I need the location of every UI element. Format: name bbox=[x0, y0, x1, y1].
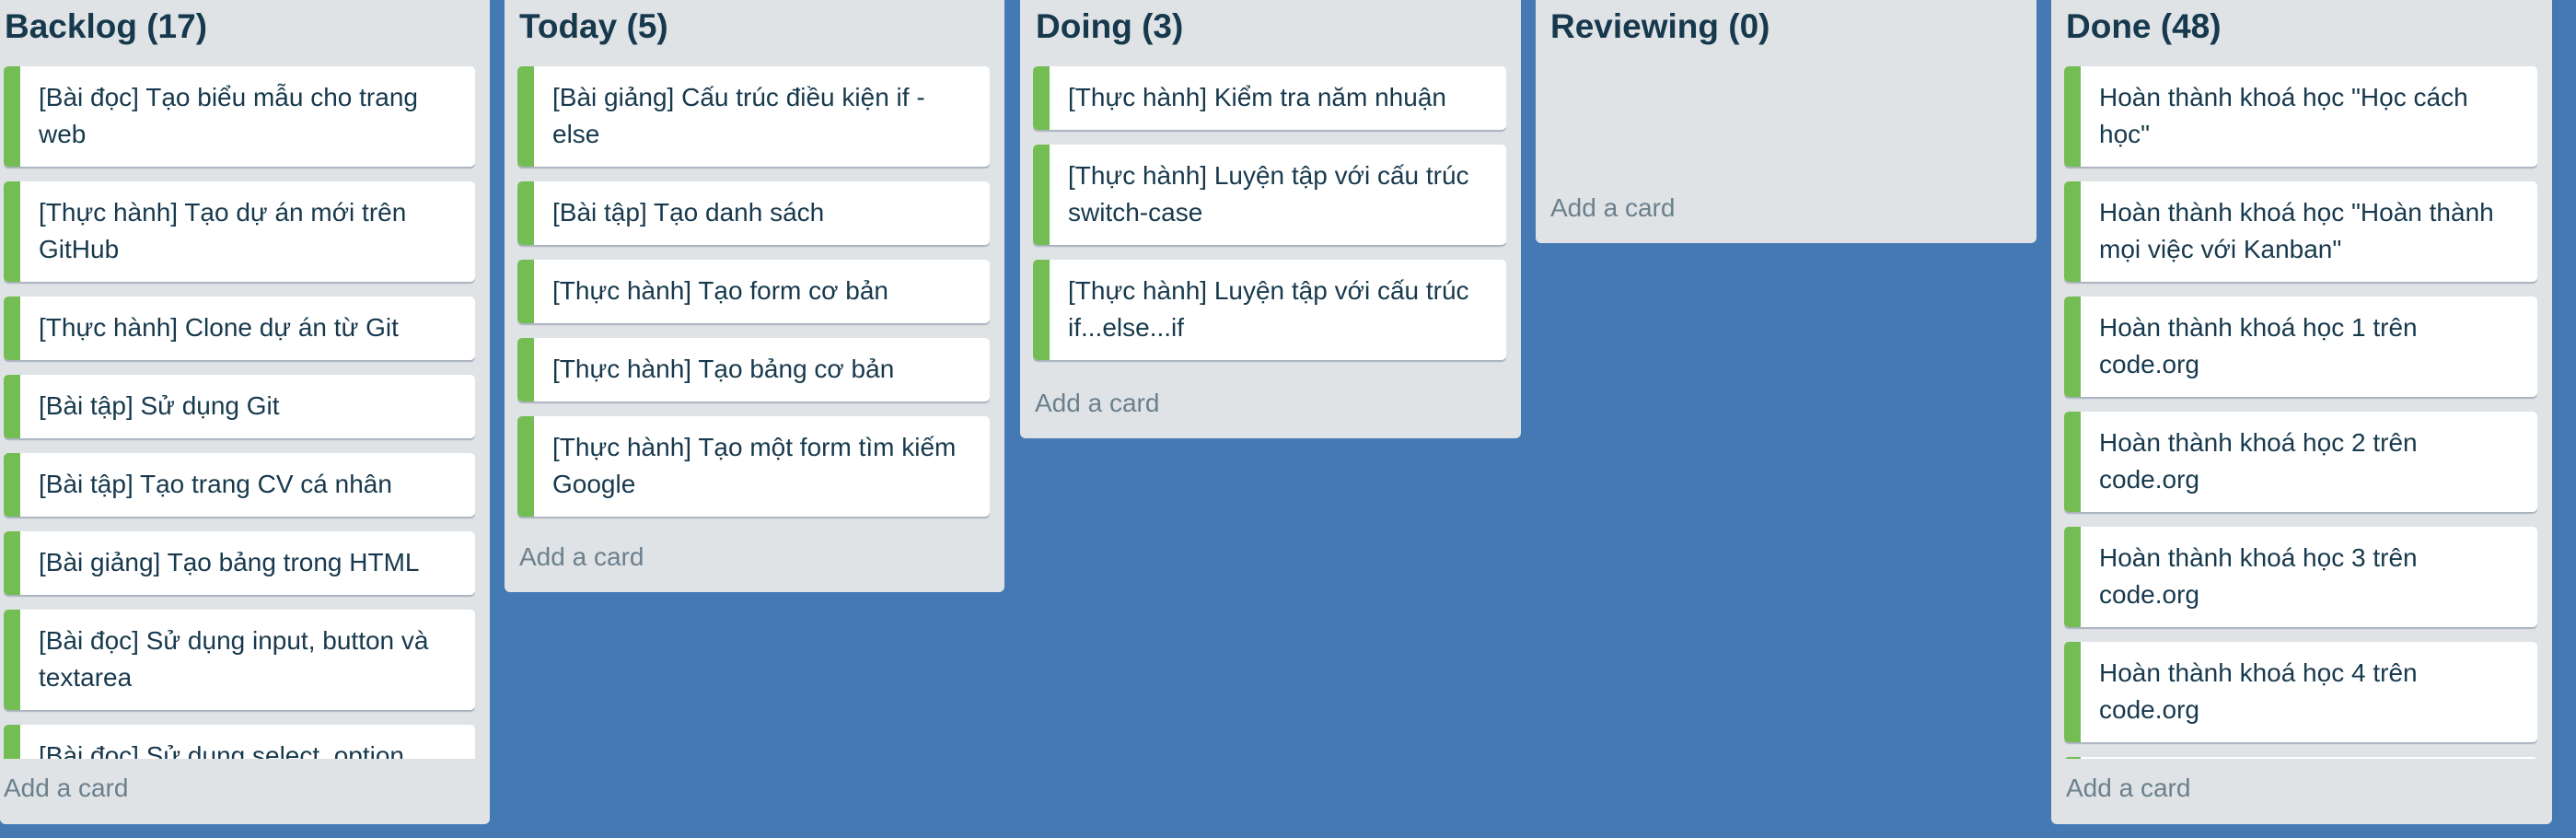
card[interactable]: Hoàn thành khoá học 2 trên code.org bbox=[2064, 412, 2537, 512]
card[interactable]: [Thực hành] Tạo form cơ bản bbox=[517, 260, 990, 323]
add-card-button[interactable]: Add a card bbox=[1550, 193, 1675, 223]
card[interactable]: [Bài tập] Tạo danh sách bbox=[517, 181, 990, 245]
list-title[interactable]: Doing (3) bbox=[1036, 7, 1183, 46]
card[interactable]: [Bài giảng] Cấu trúc điều kiện if - else bbox=[517, 66, 990, 167]
card[interactable]: [Bài đọc] Sử dụng select, option bbox=[4, 725, 475, 759]
card[interactable]: [Thực hành] Kiểm tra năm nhuận bbox=[1033, 66, 1506, 130]
add-card-button[interactable]: Add a card bbox=[1035, 389, 1159, 418]
card[interactable]: Hoàn thành khoá học "Học cách học" bbox=[2064, 66, 2537, 167]
card[interactable]: [Thực hành] Tạo bảng cơ bản bbox=[517, 338, 990, 402]
card[interactable]: [Bài giảng] Tạo bảng trong HTML bbox=[4, 531, 475, 595]
list-title[interactable]: Reviewing (0) bbox=[1550, 7, 1770, 46]
card[interactable]: [Bài đọc] Tạo biểu mẫu cho trang web bbox=[4, 66, 475, 167]
card[interactable]: [Bài đọc] Sử dụng input, button và texta… bbox=[4, 610, 475, 710]
card[interactable]: [Thực hành] Tạo dự án mới trên GitHub bbox=[4, 181, 475, 282]
list-doing: Doing (3) [Thực hành] Kiểm tra năm nhuận… bbox=[1020, 0, 1521, 438]
kanban-board: Backlog (17) [Bài đọc] Tạo biểu mẫu cho … bbox=[0, 0, 2576, 838]
card-container: Hoàn thành khoá học "Học cách học" Hoàn … bbox=[2064, 66, 2537, 759]
card[interactable]: Hoàn thành khoá học 4 trên code.org bbox=[2064, 642, 2537, 742]
card[interactable]: [Bài tập] Sử dụng Git bbox=[4, 375, 475, 438]
list-reviewing: Reviewing (0) Add a card bbox=[1536, 0, 2036, 243]
card[interactable]: [Thực hành] Clone dự án từ Git bbox=[4, 297, 475, 360]
list-title[interactable]: Today (5) bbox=[519, 7, 668, 46]
card[interactable]: Hoàn thành khoá học 3 trên code.org bbox=[2064, 527, 2537, 627]
list-done: Done (48) Hoàn thành khoá học "Học cách … bbox=[2051, 0, 2552, 824]
card[interactable]: [Thực hành] Luyện tập với cấu trúc switc… bbox=[1033, 145, 1506, 245]
list-today: Today (5) [Bài giảng] Cấu trúc điều kiện… bbox=[505, 0, 1004, 592]
card-container: [Bài đọc] Tạo biểu mẫu cho trang web [Th… bbox=[4, 66, 475, 759]
list-title[interactable]: Done (48) bbox=[2066, 7, 2222, 46]
list-title[interactable]: Backlog (17) bbox=[5, 7, 207, 46]
list-backlog: Backlog (17) [Bài đọc] Tạo biểu mẫu cho … bbox=[0, 0, 490, 824]
card[interactable]: Hoàn thành khoá học "Hoàn thành mọi việc… bbox=[2064, 181, 2537, 282]
card[interactable] bbox=[2064, 757, 2537, 759]
card[interactable]: [Thực hành] Tạo một form tìm kiếm Google bbox=[517, 416, 990, 517]
add-card-button[interactable]: Add a card bbox=[2066, 774, 2190, 803]
card[interactable]: [Thực hành] Luyện tập với cấu trúc if...… bbox=[1033, 260, 1506, 360]
card[interactable]: [Bài tập] Tạo trang CV cá nhân bbox=[4, 453, 475, 517]
card-container: [Bài giảng] Cấu trúc điều kiện if - else… bbox=[517, 66, 990, 531]
card[interactable]: Hoàn thành khoá học 1 trên code.org bbox=[2064, 297, 2537, 397]
card-container: [Thực hành] Kiểm tra năm nhuận [Thực hàn… bbox=[1033, 66, 1506, 375]
add-card-button[interactable]: Add a card bbox=[4, 774, 128, 803]
add-card-button[interactable]: Add a card bbox=[519, 542, 644, 572]
